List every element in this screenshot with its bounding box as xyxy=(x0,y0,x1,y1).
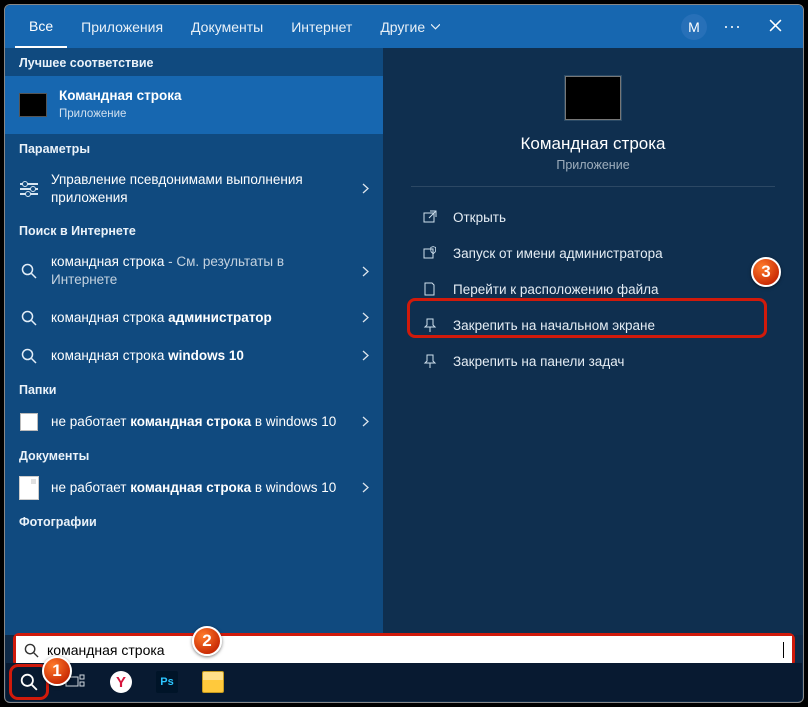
text-caret xyxy=(783,642,784,658)
results-list: Лучшее соответствие Командная строка При… xyxy=(5,48,383,635)
open-icon xyxy=(421,208,439,226)
folder-result[interactable]: не работает командная строка в windows 1… xyxy=(5,403,383,441)
account-avatar[interactable]: M xyxy=(681,14,707,40)
tab-other-label: Другие xyxy=(380,19,425,35)
explorer-icon xyxy=(202,671,224,693)
section-web: Поиск в Интернете xyxy=(5,216,383,244)
filter-tabs: Все Приложения Документы Интернет Другие… xyxy=(5,5,803,48)
section-best-match: Лучшее соответствие xyxy=(5,48,383,76)
action-run-as-admin[interactable]: Запуск от имени администратора xyxy=(411,235,775,271)
yandex-icon: Y xyxy=(110,671,132,693)
annotation-badge-2: 2 xyxy=(192,626,222,656)
best-match-result[interactable]: Командная строка Приложение xyxy=(5,76,383,134)
search-input[interactable] xyxy=(47,642,781,658)
pin-start-icon xyxy=(421,316,439,334)
taskbar-app-explorer[interactable] xyxy=(196,667,230,697)
annotation-badge-1: 1 xyxy=(42,656,72,686)
section-photos: Фотографии xyxy=(5,507,383,535)
action-open-label: Открыть xyxy=(453,210,506,225)
tab-all[interactable]: Все xyxy=(15,6,67,48)
preview-app-icon xyxy=(565,76,621,120)
document-result[interactable]: не работает командная строка в windows 1… xyxy=(5,469,383,507)
best-match-title: Командная строка xyxy=(59,88,182,103)
search-icon xyxy=(19,346,39,366)
action-pin-start[interactable]: Закрепить на начальном экране xyxy=(411,307,775,343)
chevron-right-icon xyxy=(362,183,369,194)
chevron-right-icon xyxy=(362,266,369,277)
chevron-right-icon xyxy=(362,312,369,323)
action-pin-start-label: Закрепить на начальном экране xyxy=(453,318,655,333)
more-options-button[interactable]: ··· xyxy=(717,16,747,37)
action-pin-taskbar-label: Закрепить на панели задач xyxy=(453,354,624,369)
taskbar-app-photoshop[interactable]: Ps xyxy=(150,667,184,697)
settings-result-aliases[interactable]: Управление псевдонимами выполнения прило… xyxy=(5,162,383,216)
search-icon xyxy=(20,673,38,691)
taskbar: Y Ps xyxy=(6,663,802,701)
search-icon xyxy=(24,643,39,658)
taskbar-app-yandex[interactable]: Y xyxy=(104,667,138,697)
section-folders: Папки xyxy=(5,375,383,403)
chevron-right-icon xyxy=(362,350,369,361)
tab-apps[interactable]: Приложения xyxy=(67,7,177,47)
pin-taskbar-icon xyxy=(421,352,439,370)
preview-title: Командная строка xyxy=(520,134,665,154)
search-input-wrapper[interactable] xyxy=(16,636,792,664)
settings-sliders-icon xyxy=(19,179,39,199)
chevron-down-icon xyxy=(431,24,440,30)
action-run-as-admin-label: Запуск от имени администратора xyxy=(453,246,663,261)
tab-internet[interactable]: Интернет xyxy=(277,7,366,47)
search-icon xyxy=(19,261,39,281)
action-location-label: Перейти к расположению файла xyxy=(453,282,659,297)
folder-location-icon xyxy=(421,280,439,298)
best-match-subtitle: Приложение xyxy=(59,107,369,123)
annotation-badge-3: 3 xyxy=(751,257,781,287)
taskbar-search-button[interactable] xyxy=(12,667,46,697)
document-icon xyxy=(19,478,39,498)
preview-subtitle: Приложение xyxy=(556,158,629,172)
search-icon xyxy=(19,308,39,328)
web-result-3[interactable]: командная строка windows 10 xyxy=(5,337,383,375)
chevron-right-icon xyxy=(362,416,369,427)
folder-item-icon xyxy=(19,412,39,432)
close-icon xyxy=(769,19,782,32)
section-documents: Документы xyxy=(5,441,383,469)
preview-pane: Командная строка Приложение Открыть Запу… xyxy=(383,48,803,635)
tab-documents[interactable]: Документы xyxy=(177,7,277,47)
close-button[interactable] xyxy=(757,16,793,37)
section-params: Параметры xyxy=(5,134,383,162)
shield-admin-icon xyxy=(421,244,439,262)
cmd-icon xyxy=(19,91,47,119)
search-panel: Все Приложения Документы Интернет Другие… xyxy=(4,4,804,703)
preview-actions: Открыть Запуск от имени администратора П… xyxy=(383,187,803,391)
web-result-1[interactable]: командная строка - См. результаты в Инте… xyxy=(5,244,383,298)
photoshop-icon: Ps xyxy=(156,671,178,693)
web-result-2[interactable]: командная строка администратор xyxy=(5,299,383,337)
action-open-location[interactable]: Перейти к расположению файла xyxy=(411,271,775,307)
action-open[interactable]: Открыть xyxy=(411,199,775,235)
chevron-right-icon xyxy=(362,482,369,493)
tab-other[interactable]: Другие xyxy=(366,7,454,47)
action-pin-taskbar[interactable]: Закрепить на панели задач xyxy=(411,343,775,379)
